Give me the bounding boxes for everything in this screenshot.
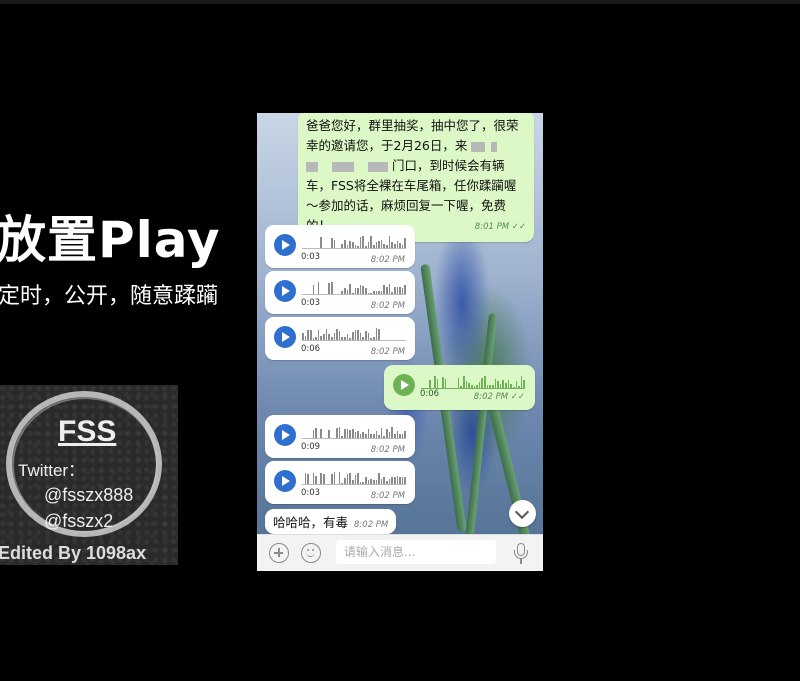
waveform [302,425,406,439]
redaction-block [306,161,318,172]
voice-message[interactable]: 0:03 8:02 PM [265,461,415,504]
logo-twitter-label: Twitter： [18,461,86,480]
waveform-baseline [302,294,406,295]
redaction-block [332,161,354,172]
message-line: 门口，到时候会有辆 [306,156,526,176]
voice-message[interactable]: 0:09 8:02 PM [265,415,415,458]
logo-credit: Edited By 1098ax [0,543,147,563]
voice-message[interactable]: 0:06 8:02 PM [265,317,415,360]
waveform [302,281,406,295]
play-icon[interactable] [274,470,296,492]
overlay-subtitle: 定时，公开，随意蹂躏 [0,284,219,309]
voice-duration: 0:06 [301,344,321,354]
fss-logo-card: FSS Twitter： @fsszx888 @fsszx2 Edited By… [0,385,178,565]
play-icon[interactable] [274,280,296,302]
voice-message[interactable]: 0:03 8:02 PM [265,225,415,268]
message-time: 8:02 PM [370,255,405,265]
voice-duration: 0:09 [301,442,321,452]
logo-handle-2: @fsszx2 [44,511,114,531]
play-icon[interactable] [274,234,296,256]
voice-message-outgoing[interactable]: 0:06 8:02 PM ✓✓ [384,365,535,410]
chat-message-incoming-text[interactable]: 哈哈哈，有毒 8:02 PM [265,509,397,534]
waveform [302,471,406,485]
message-line: 车，FSS将全裸在车尾箱，任你蹂躏喔 [306,178,517,193]
message-time: 8:02 PM [370,445,405,455]
chevron-down-icon[interactable] [509,500,536,527]
message-time: 8:02 PM [370,301,405,311]
waveform-baseline [302,248,406,249]
voice-duration: 0:03 [301,298,321,308]
chat-screenshot: 爸爸您好，群里抽奖，抽中您了，很荣 幸的邀请您，于2月26日，来 门口，到时候会… [257,113,543,571]
plus-icon[interactable] [269,543,289,563]
play-icon[interactable] [274,424,296,446]
message-input[interactable] [336,540,496,564]
chat-message-outgoing-text[interactable]: 爸爸您好，群里抽奖，抽中您了，很荣 幸的邀请您，于2月26日，来 门口，到时候会… [298,113,534,242]
message-line: ～参加的话，麻烦回复一下喔，免费 [306,198,507,213]
message-line: 幸的邀请您，于2月26日，来 [306,136,526,156]
microphone-icon[interactable] [514,543,528,565]
message-time: 8:01 PM ✓✓ [474,222,526,232]
message-text: 哈哈哈，有毒 [273,515,349,530]
voice-message[interactable]: 0:03 8:02 PM [265,271,415,314]
voice-duration: 0:06 [420,389,440,399]
top-edge-bar [0,0,800,4]
waveform-baseline [302,438,406,439]
redaction-block [471,141,486,152]
redaction-block [491,141,498,152]
waveform [421,375,525,389]
message-input-bar [257,534,543,571]
redaction-block [368,161,388,172]
message-line: 爸爸您好，群里抽奖，抽中您了，很荣 [306,118,519,133]
message-time: 8:02 PM [370,491,405,501]
play-icon[interactable] [274,326,296,348]
logo-name: FSS [58,415,117,448]
waveform-baseline [302,484,406,485]
message-time: 8:02 PM [354,520,389,530]
logo-handle-1: @fsszx888 [44,485,134,505]
waveform [302,235,406,249]
voice-duration: 0:03 [301,488,321,498]
waveform-baseline [302,340,406,341]
message-time: 8:02 PM [370,347,405,357]
message-time: 8:02 PM ✓✓ [473,392,525,402]
voice-duration: 0:03 [301,252,321,262]
overlay-title: 放置Play [0,211,221,269]
waveform [302,327,406,341]
emoji-icon[interactable] [301,543,321,563]
play-icon[interactable] [393,374,415,396]
